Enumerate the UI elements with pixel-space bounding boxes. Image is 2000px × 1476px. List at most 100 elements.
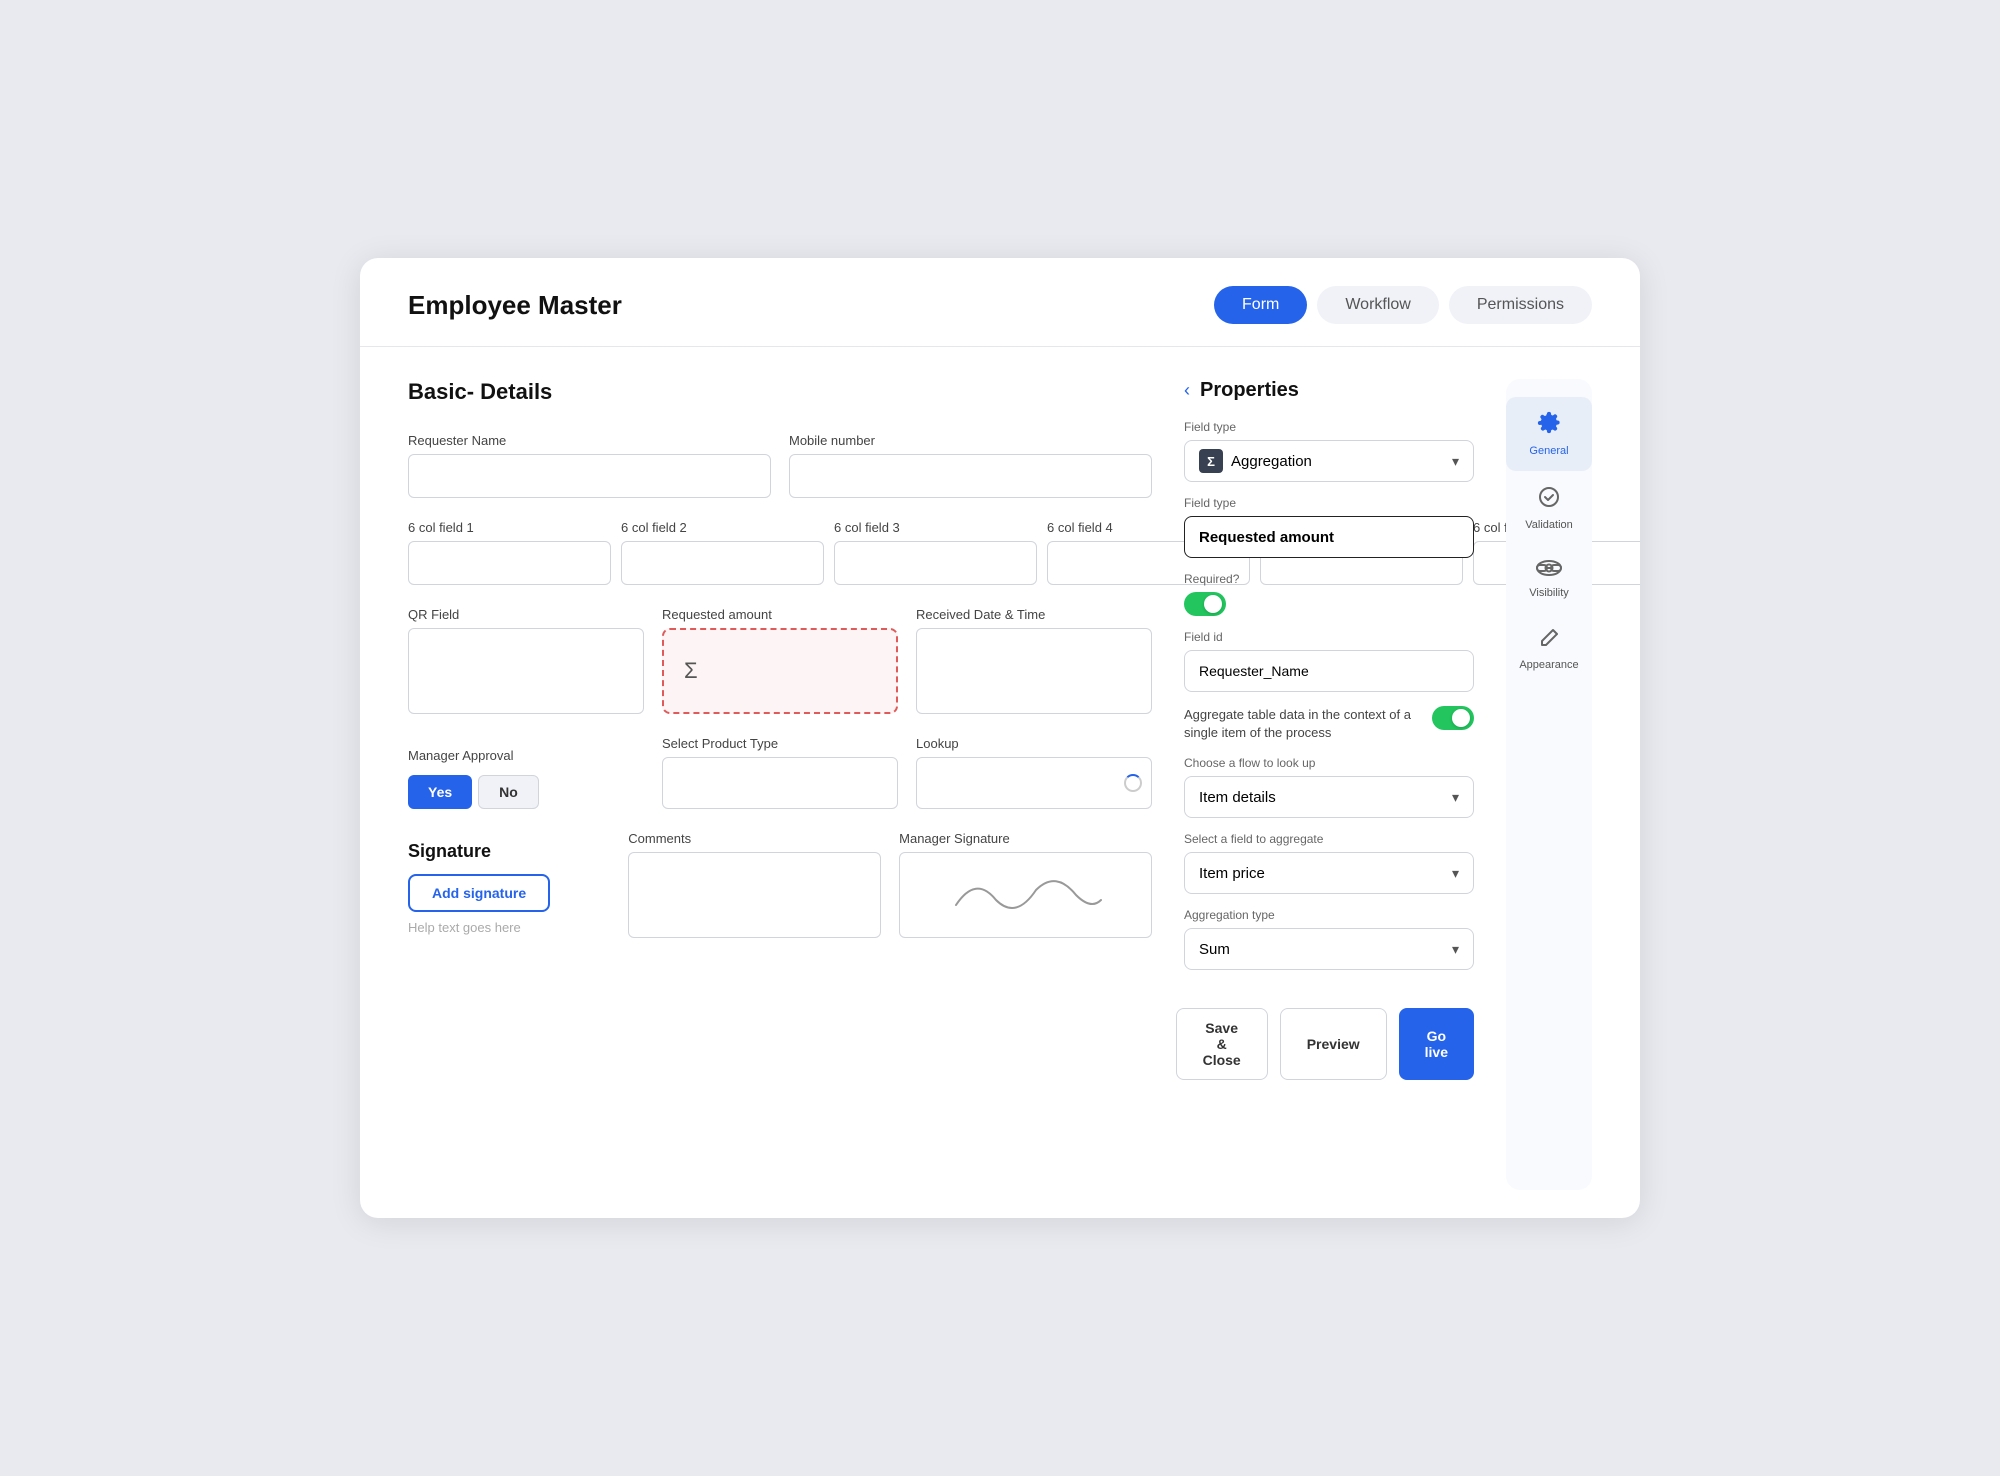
save-close-button[interactable]: Save & Close [1176, 1008, 1268, 1080]
requested-amount-field: Requested amount Σ [662, 607, 898, 714]
tab-permissions[interactable]: Permissions [1449, 286, 1592, 324]
6col-input-2[interactable] [621, 541, 824, 585]
received-date-label: Received Date & Time [916, 607, 1152, 622]
requester-name-field: Requester Name [408, 433, 771, 498]
sidebar-item-appearance[interactable]: Appearance [1506, 613, 1592, 685]
signature-title: Signature [408, 841, 610, 862]
appearance-icon [1538, 627, 1560, 655]
choose-flow-value: Item details [1199, 789, 1276, 806]
lookup-label: Lookup [916, 736, 1152, 751]
help-text: Help text goes here [408, 920, 610, 935]
preview-button[interactable]: Preview [1280, 1008, 1387, 1080]
mobile-number-input[interactable] [789, 454, 1152, 498]
aggregate-toggle[interactable] [1432, 706, 1474, 730]
aggregation-type-label: Aggregation type [1184, 908, 1474, 922]
sidebar-item-validation[interactable]: Validation [1506, 471, 1592, 545]
field-type-label: Field type [1184, 420, 1474, 434]
field-type-select[interactable]: Σ Aggregation ▾ [1184, 440, 1474, 482]
qr-label: QR Field [408, 607, 644, 622]
field-type-value: Aggregation [1231, 453, 1312, 470]
select-product-label: Select Product Type [662, 736, 898, 751]
no-button[interactable]: No [478, 775, 539, 809]
lookup-input[interactable] [916, 757, 1152, 809]
tab-workflow[interactable]: Workflow [1317, 286, 1439, 324]
6col-label-2: 6 col field 2 [621, 520, 824, 535]
gear-icon [1537, 411, 1561, 441]
6col-field-2: 6 col field 2 [621, 520, 824, 585]
tab-form[interactable]: Form [1214, 286, 1307, 324]
validation-label: Validation [1525, 519, 1573, 531]
aggregation-type-select[interactable]: Sum ▾ [1184, 928, 1474, 970]
sidebar-item-general[interactable]: General [1506, 397, 1592, 471]
requested-amount-label: Requested amount [662, 607, 898, 622]
sidebar-item-visibility[interactable]: Visibility [1506, 545, 1592, 613]
field-id-input[interactable] [1184, 650, 1474, 692]
general-label: General [1529, 445, 1568, 457]
aggregation-icon: Σ [1199, 449, 1223, 473]
section-title: Basic- Details [408, 379, 1152, 405]
received-date-input[interactable] [916, 628, 1152, 714]
select-product-input[interactable] [662, 757, 898, 809]
properties-panel: ‹ Properties Field type Σ Aggregation ▾ … [1184, 379, 1474, 1190]
choose-flow-chevron: ▾ [1452, 789, 1459, 806]
row-1: Requester Name Mobile number [408, 433, 1152, 498]
required-label: Required? [1184, 572, 1474, 586]
manager-signature-field: Manager Signature [899, 831, 1152, 938]
aggregation-type-value: Sum [1199, 941, 1230, 958]
choose-flow-select[interactable]: Item details ▾ [1184, 776, 1474, 818]
mobile-number-label: Mobile number [789, 433, 1152, 448]
tab-group: Form Workflow Permissions [1214, 286, 1592, 324]
aggregation-type-chevron: ▾ [1452, 941, 1459, 958]
visibility-label: Visibility [1529, 587, 1569, 599]
qr-field: QR Field [408, 607, 644, 714]
select-aggregate-chevron: ▾ [1452, 865, 1459, 882]
lookup-field: Lookup [916, 736, 1152, 809]
properties-back-icon[interactable]: ‹ [1184, 380, 1190, 401]
manager-signature-label: Manager Signature [899, 831, 1152, 846]
6col-label-1: 6 col field 1 [408, 520, 611, 535]
select-product-field: Select Product Type [662, 736, 898, 809]
qr-input[interactable] [408, 628, 644, 714]
select-aggregate-select[interactable]: Item price ▾ [1184, 852, 1474, 894]
page-title: Employee Master [408, 290, 1182, 321]
comments-input-area[interactable] [628, 852, 881, 938]
row-5: Signature Add signature Help text goes h… [408, 831, 1152, 938]
field-type-chevron: ▾ [1452, 453, 1459, 470]
6col-field-3: 6 col field 3 [834, 520, 1037, 585]
required-toggle-row [1184, 592, 1474, 616]
requester-name-label: Requester Name [408, 433, 771, 448]
6col-input-1[interactable] [408, 541, 611, 585]
requested-amount-selected[interactable]: Σ [662, 628, 898, 714]
row-4: Manager Approval Yes No Select Product T… [408, 736, 1152, 809]
aggregate-row: Aggregate table data in the context of a… [1184, 706, 1474, 742]
lookup-wrapper [916, 757, 1152, 809]
received-date-field: Received Date & Time [916, 607, 1152, 714]
choose-flow-label: Choose a flow to look up [1184, 756, 1474, 770]
yes-button[interactable]: Yes [408, 775, 472, 809]
row-3: QR Field Requested amount Σ Received Dat… [408, 607, 1152, 714]
select-aggregate-label: Select a field to aggregate [1184, 832, 1474, 846]
add-signature-button[interactable]: Add signature [408, 874, 550, 912]
validation-icon [1537, 485, 1561, 515]
field-id-label: Field id [1184, 630, 1474, 644]
six-col-row: 6 col field 1 6 col field 2 6 col field … [408, 520, 1152, 585]
go-live-button[interactable]: Go live [1399, 1008, 1474, 1080]
required-toggle[interactable] [1184, 592, 1226, 616]
comments-field: Comments [628, 831, 881, 938]
approval-group: Yes No [408, 775, 644, 809]
comments-label: Comments [628, 831, 881, 846]
aggregate-label: Aggregate table data in the context of a… [1184, 706, 1424, 742]
6col-label-3: 6 col field 3 [834, 520, 1037, 535]
field-type2-input[interactable] [1184, 516, 1474, 558]
6col-input-3[interactable] [834, 541, 1037, 585]
mobile-number-field: Mobile number [789, 433, 1152, 498]
lookup-loader-icon [1124, 774, 1142, 792]
signature-section: Signature Add signature Help text goes h… [408, 841, 610, 938]
6col-field-1: 6 col field 1 [408, 520, 611, 585]
visibility-icon [1536, 559, 1562, 583]
sigma-icon: Σ [670, 658, 712, 684]
form-area: Basic- Details Requester Name Mobile num… [408, 379, 1152, 1190]
right-sidebar: General Validation [1506, 379, 1592, 1190]
appearance-label: Appearance [1519, 659, 1578, 671]
requester-name-input[interactable] [408, 454, 771, 498]
